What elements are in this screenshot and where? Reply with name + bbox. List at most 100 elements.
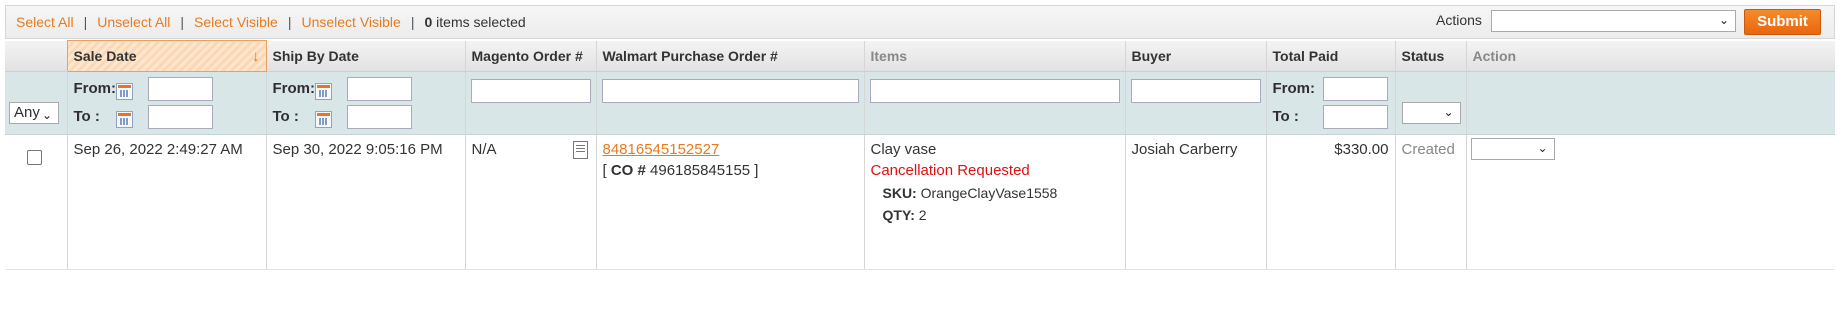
calendar-icon[interactable]	[115, 111, 133, 128]
action-cell: ⌄	[1465, 134, 1835, 270]
filter-action	[1465, 71, 1835, 135]
unselect-all-link[interactable]: Unselect All	[97, 14, 170, 30]
qty-label: QTY:	[882, 207, 915, 223]
walmart-po-filter-input[interactable]	[601, 79, 859, 103]
header-label: Items	[870, 47, 908, 64]
row-action-select[interactable]: ⌄	[1470, 138, 1555, 160]
sku-value: OrangeClayVase1558	[920, 185, 1058, 201]
filter-status: ⌄	[1394, 71, 1466, 135]
header-label: Walmart Purchase Order #	[602, 47, 778, 64]
buyer-name: Josiah Carberry	[1131, 141, 1238, 158]
ship-by-date: Sep 30, 2022 9:05:16 PM	[272, 141, 443, 158]
buyer-cell: Josiah Carberry	[1124, 134, 1266, 270]
status-cell: Created	[1394, 134, 1466, 270]
submit-button[interactable]: Submit	[1744, 9, 1821, 35]
magento-order-cell: N/A	[464, 134, 596, 270]
selected-suffix: items selected	[436, 14, 526, 30]
orders-table: Sale Date ↓ Ship By Date Magento Order # …	[5, 40, 1835, 270]
total-to-input[interactable]	[1322, 105, 1388, 129]
calendar-icon[interactable]	[314, 111, 332, 128]
calendar-icon[interactable]	[314, 83, 332, 100]
calendar-icon[interactable]	[115, 83, 133, 100]
chevron-down-icon: ⌄	[1537, 141, 1548, 155]
sale-date-cell: Sep 26, 2022 2:49:27 AM	[66, 134, 266, 270]
filter-ship-by-date: From: To :	[265, 71, 465, 135]
walmart-po-block: 84816545152527 [ CO # 496185845155 ]	[603, 141, 759, 179]
massaction-filter-select[interactable]: Any ⌄	[9, 102, 59, 124]
walmart-po-link[interactable]: 84816545152527	[603, 141, 720, 158]
table-row: Sep 26, 2022 2:49:27 AM Sep 30, 2022 9:0…	[5, 134, 1835, 270]
header-walmart-po[interactable]: Walmart Purchase Order #	[595, 40, 864, 72]
customer-order-line: [ CO # 496185845155 ]	[603, 162, 759, 179]
filter-massaction: Any ⌄	[5, 71, 67, 135]
separator: |	[287, 14, 292, 30]
orders-grid-page: Select All | Unselect All | Select Visible | U…	[0, 0, 1840, 313]
ship-date-to-input[interactable]	[346, 105, 412, 129]
items-cell: Clay vase Cancellation Requested SKU: Or…	[863, 134, 1125, 270]
magento-order: N/A	[471, 141, 497, 158]
ship-date-from-input[interactable]	[346, 77, 412, 101]
to-label: To :	[1272, 108, 1299, 125]
header-items: Items	[863, 40, 1125, 72]
buyer-filter-input[interactable]	[1130, 79, 1261, 103]
row-checkbox[interactable]	[27, 150, 42, 165]
separator: |	[180, 14, 185, 30]
to-label: To :	[73, 108, 100, 125]
item-qty-line: QTY: 2	[883, 207, 1058, 223]
header-ship-by-date[interactable]: Ship By Date	[265, 40, 465, 72]
ship-by-date-cell: Sep 30, 2022 9:05:16 PM	[265, 134, 465, 270]
filter-walmart-po	[595, 71, 864, 135]
massaction-bar: Select All | Unselect All | Select Visible | U…	[5, 5, 1835, 39]
status-filter-select[interactable]: ⌄	[1401, 102, 1461, 124]
sale-date-from-input[interactable]	[147, 77, 213, 101]
header-magento-order[interactable]: Magento Order #	[464, 40, 596, 72]
separator: |	[410, 14, 415, 30]
header-total-paid[interactable]: Total Paid	[1265, 40, 1395, 72]
select-visible-link[interactable]: Select Visible	[194, 14, 278, 30]
selected-count-text: 0 items selected	[424, 14, 525, 30]
actions-label: Actions	[1436, 12, 1482, 28]
chevron-down-icon: ⌄	[1718, 13, 1729, 27]
header-label: Sale Date	[73, 47, 137, 64]
header-sale-date[interactable]: Sale Date ↓	[66, 40, 267, 72]
from-label: From:	[73, 80, 117, 97]
sku-label: SKU:	[882, 185, 917, 201]
items-filter-input[interactable]	[869, 79, 1120, 103]
header-label: Action	[1472, 47, 1517, 64]
note-icon[interactable]	[572, 141, 588, 159]
walmart-po-cell: 84816545152527 [ CO # 496185845155 ]	[595, 134, 864, 270]
item-name: Clay vase	[870, 141, 937, 158]
to-label: To :	[272, 108, 299, 125]
select-all-link[interactable]: Select All	[16, 14, 74, 30]
magento-order-filter-input[interactable]	[470, 79, 591, 103]
header-label: Ship By Date	[272, 47, 359, 64]
total-paid-cell: $330.00	[1265, 134, 1395, 270]
header-massaction	[5, 40, 67, 72]
header-label: Total Paid	[1272, 47, 1339, 64]
co-suffix: ]	[750, 162, 759, 179]
filter-magento-order	[464, 71, 596, 135]
separator: |	[83, 14, 88, 30]
chevron-down-icon: ⌄	[1443, 105, 1454, 119]
header-label: Status	[1401, 47, 1445, 64]
sort-arrow-down-icon: ↓	[252, 47, 260, 65]
total-paid: $330.00	[1334, 141, 1389, 158]
filter-items	[863, 71, 1125, 135]
header-status[interactable]: Status	[1394, 40, 1466, 72]
actions-select[interactable]: ⌄	[1491, 10, 1736, 32]
items-block: Clay vase Cancellation Requested SKU: Or…	[871, 141, 1058, 223]
unselect-visible-link[interactable]: Unselect Visible	[301, 14, 400, 30]
co-label: CO #	[610, 162, 646, 179]
total-from-input[interactable]	[1322, 77, 1388, 101]
from-label: From:	[272, 80, 316, 97]
filter-total-paid: From: To :	[1265, 71, 1395, 135]
header-buyer[interactable]: Buyer	[1124, 40, 1266, 72]
co-prefix: [	[602, 162, 611, 179]
filter-sale-date: From: To :	[66, 71, 266, 135]
sale-date-to-input[interactable]	[147, 105, 213, 129]
massaction-links: Select All | Unselect All | Select Visible | U…	[16, 14, 526, 30]
header-label: Buyer	[1131, 47, 1172, 64]
sale-date: Sep 26, 2022 2:49:27 AM	[73, 141, 243, 158]
table-header-row: Sale Date ↓ Ship By Date Magento Order # …	[5, 40, 1835, 72]
co-number: 496185845155	[650, 162, 751, 179]
